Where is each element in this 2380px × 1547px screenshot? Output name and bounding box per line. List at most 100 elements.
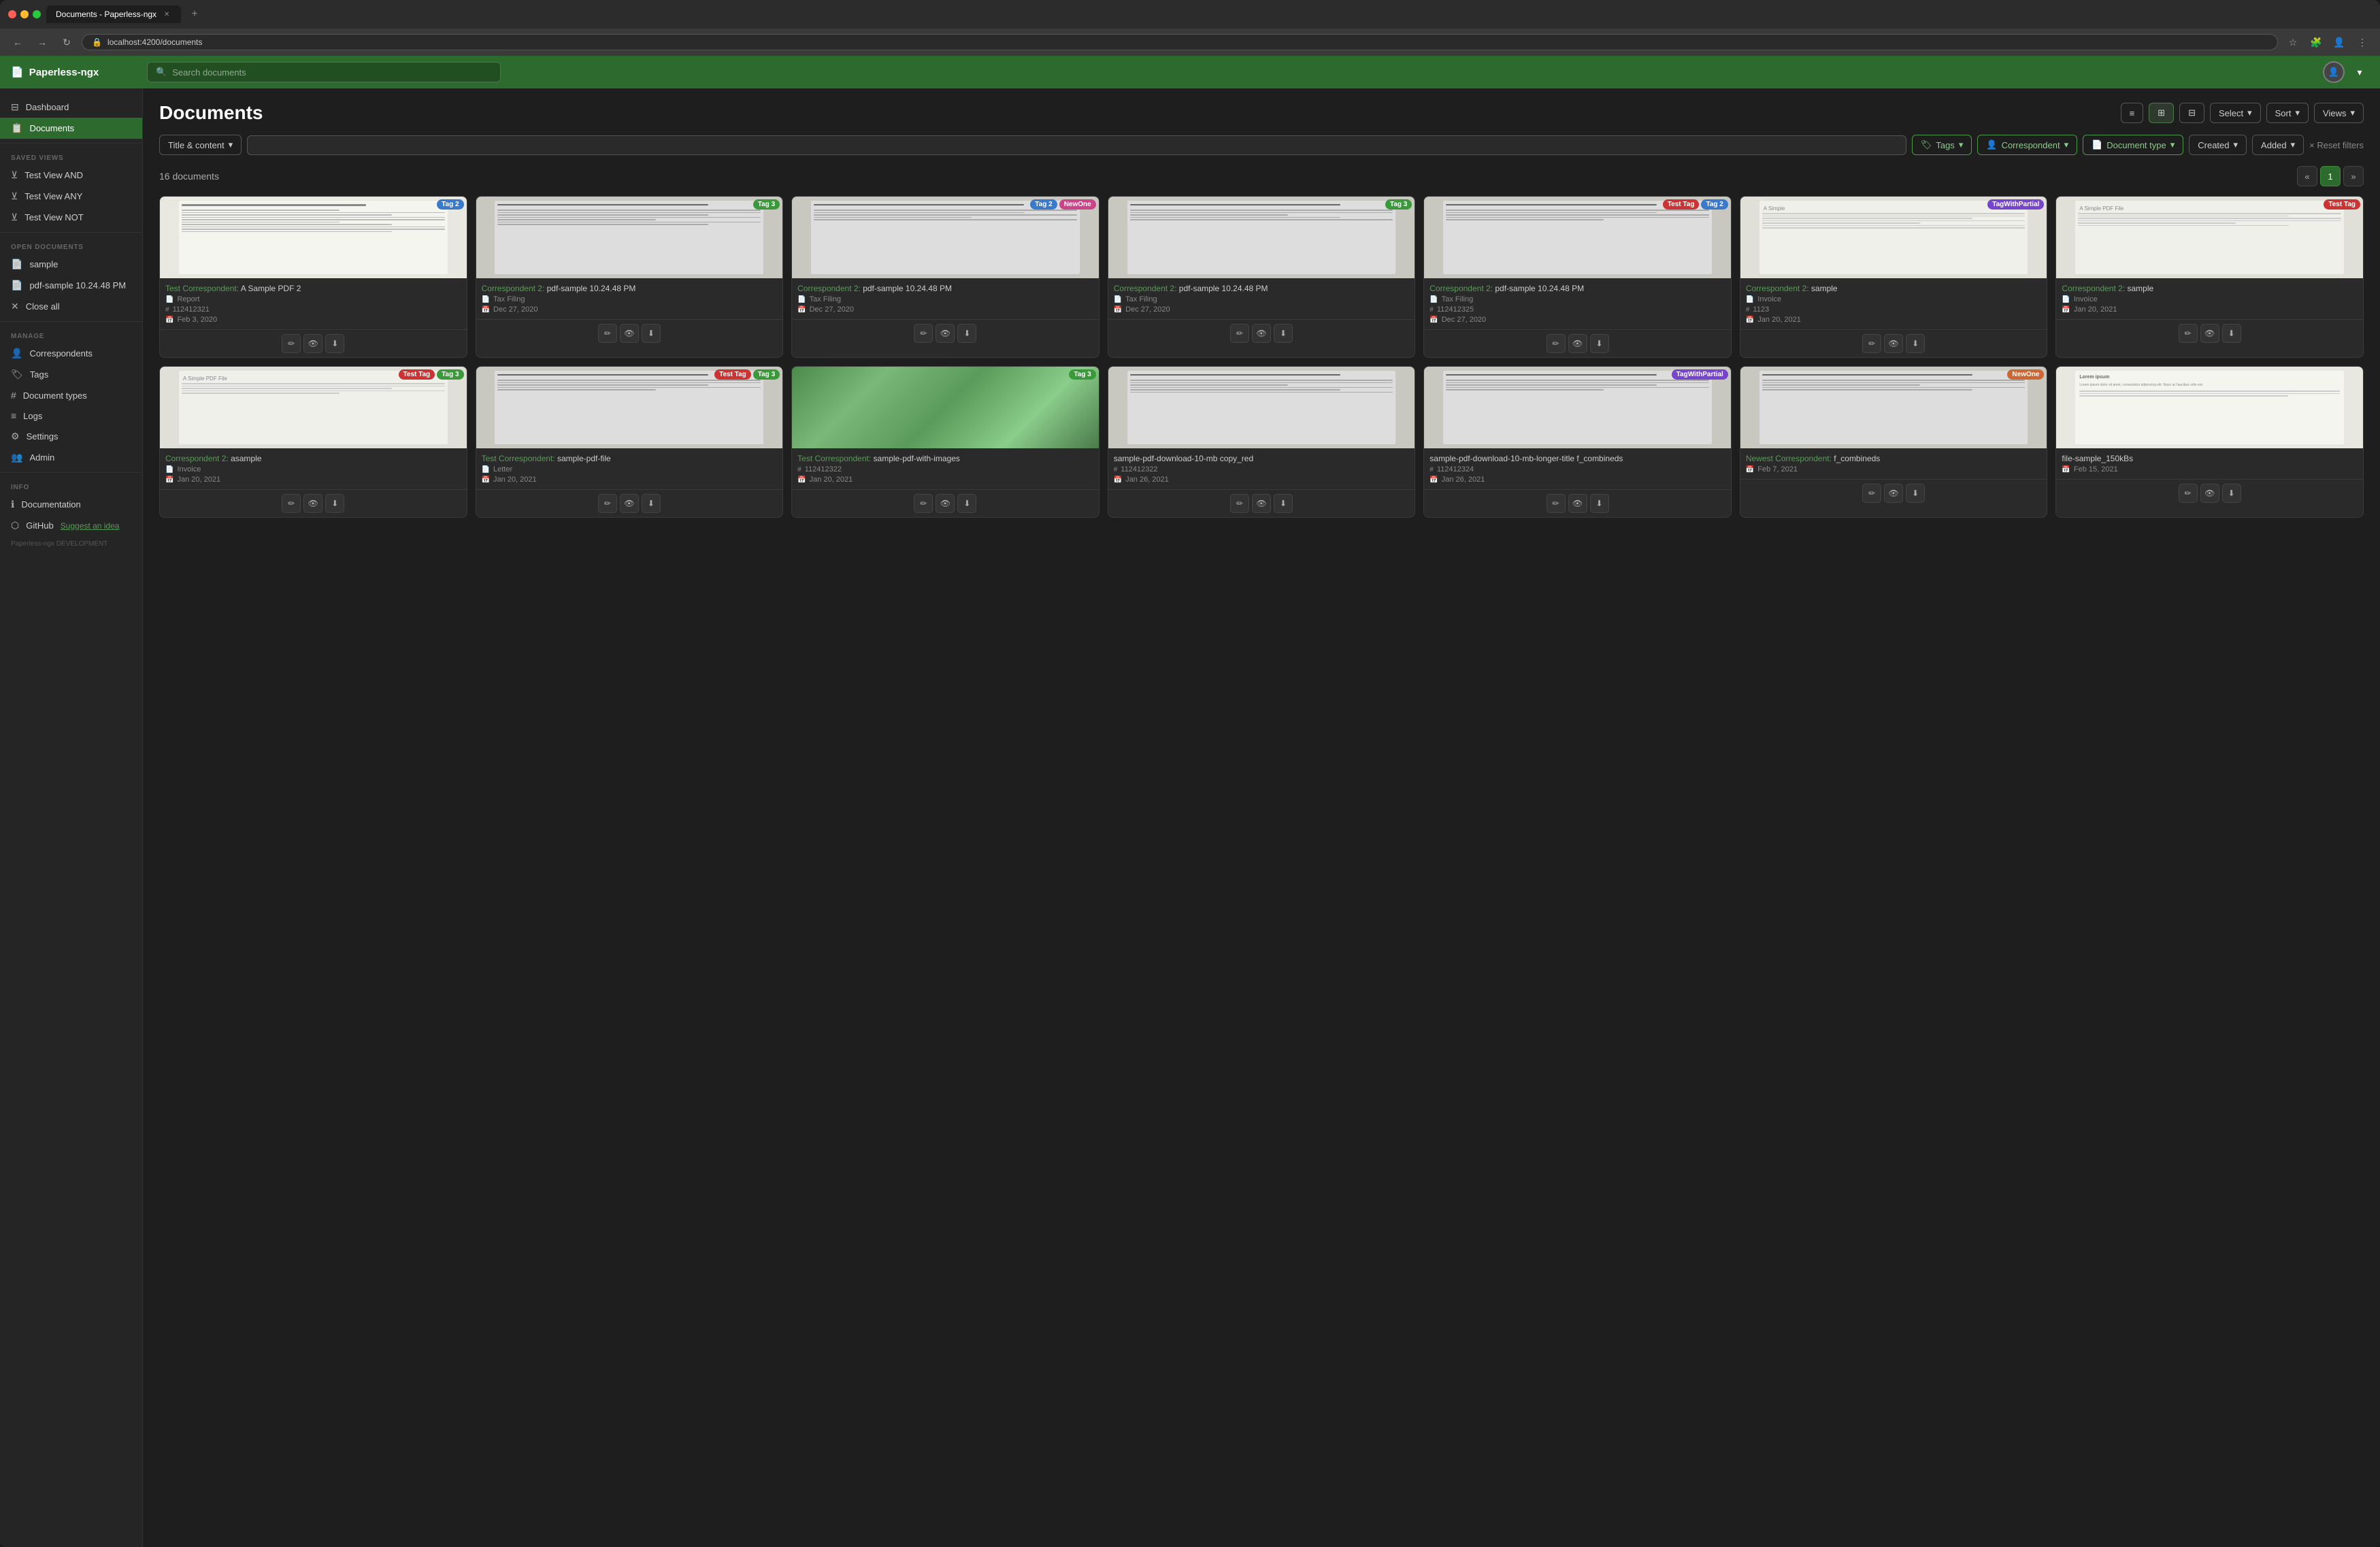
edit-button[interactable]: ✏ <box>1547 494 1566 513</box>
preview-button[interactable]: 👁 <box>1884 484 1903 503</box>
added-filter[interactable]: Added ▾ <box>2252 135 2304 155</box>
select-button[interactable]: Select ▾ <box>2210 103 2261 123</box>
user-avatar[interactable]: 👤 <box>2323 61 2345 83</box>
preview-button[interactable]: 👁 <box>936 324 955 343</box>
sidebar-item-view-any[interactable]: ⊻ Test View ANY <box>0 186 142 207</box>
edit-button[interactable]: ✏ <box>598 324 617 343</box>
download-button[interactable]: ⬇ <box>1590 494 1609 513</box>
user-menu-chevron[interactable]: ▾ <box>2350 63 2369 82</box>
grid-view-btn[interactable]: ⊞ <box>2149 103 2174 123</box>
preview-button[interactable]: 👁 <box>1884 334 1903 353</box>
preview-button[interactable]: 👁 <box>2200 324 2219 343</box>
preview-button[interactable]: 👁 <box>936 494 955 513</box>
suggest-link[interactable]: Suggest an idea <box>61 521 120 531</box>
filter-input[interactable] <box>247 135 1906 155</box>
minimize-button[interactable] <box>20 10 29 18</box>
next-page-btn[interactable]: » <box>2343 166 2364 186</box>
menu-icon[interactable]: ⋮ <box>2353 33 2372 52</box>
back-button[interactable]: ← <box>8 33 27 52</box>
sidebar-item-view-and[interactable]: ⊻ Test View AND <box>0 165 142 186</box>
sidebar-item-dashboard[interactable]: ⊟ Dashboard <box>0 97 142 118</box>
edit-button[interactable]: ✏ <box>914 324 933 343</box>
table-row[interactable]: Test Tag Tag 2 Correspondent 2: pdf-samp… <box>1423 196 1732 358</box>
close-button[interactable] <box>8 10 16 18</box>
preview-button[interactable]: 👁 <box>303 334 323 353</box>
search-input[interactable] <box>172 67 492 78</box>
preview-button[interactable]: 👁 <box>620 324 639 343</box>
table-row[interactable]: Tag 2 Test Correspondent: A Sample PDF 2… <box>159 196 467 358</box>
download-button[interactable]: ⬇ <box>325 334 344 353</box>
edit-button[interactable]: ✏ <box>914 494 933 513</box>
refresh-button[interactable]: ↻ <box>57 33 76 52</box>
sort-button[interactable]: Sort ▾ <box>2266 103 2309 123</box>
table-row[interactable]: Lorem ipsum Lorem ipsum dolor sit amet, … <box>2055 366 2364 518</box>
profile-icon[interactable]: 👤 <box>2330 33 2349 52</box>
download-button[interactable]: ⬇ <box>642 494 661 513</box>
edit-button[interactable]: ✏ <box>1230 494 1249 513</box>
table-row[interactable]: sample-pdf-download-10-mb copy_red # 112… <box>1108 366 1416 518</box>
download-button[interactable]: ⬇ <box>1274 494 1293 513</box>
download-button[interactable]: ⬇ <box>2222 484 2241 503</box>
edit-button[interactable]: ✏ <box>1862 484 1881 503</box>
sidebar-item-logs[interactable]: ≡ Logs <box>0 405 142 426</box>
sidebar-item-document-types[interactable]: # Document types <box>0 385 142 405</box>
download-button[interactable]: ⬇ <box>1590 334 1609 353</box>
search-bar[interactable]: 🔍 <box>147 62 501 82</box>
download-button[interactable]: ⬇ <box>325 494 344 513</box>
extensions-icon[interactable]: 🧩 <box>2307 33 2326 52</box>
preview-button[interactable]: 👁 <box>1568 494 1587 513</box>
sidebar-item-view-not[interactable]: ⊻ Test View NOT <box>0 207 142 228</box>
download-button[interactable]: ⬇ <box>1906 484 1925 503</box>
maximize-button[interactable] <box>33 10 41 18</box>
table-row[interactable]: Test Tag Tag 3 Test Correspondent: sampl… <box>476 366 784 518</box>
download-button[interactable]: ⬇ <box>2222 324 2241 343</box>
sidebar-item-documents[interactable]: 📋 Documents <box>0 118 142 139</box>
views-button[interactable]: Views ▾ <box>2314 103 2364 123</box>
active-tab[interactable]: Documents - Paperless-ngx ✕ <box>46 5 181 23</box>
edit-button[interactable]: ✏ <box>598 494 617 513</box>
preview-button[interactable]: 👁 <box>1252 324 1271 343</box>
sidebar-item-pdf-sample[interactable]: 📄 pdf-sample 10.24.48 PM <box>0 275 142 296</box>
sidebar-item-github[interactable]: ⬡ GitHub Suggest an idea <box>0 515 142 536</box>
preview-button[interactable]: 👁 <box>1252 494 1271 513</box>
edit-button[interactable]: ✏ <box>2179 324 2198 343</box>
address-bar[interactable]: 🔒 localhost:4200/documents <box>82 34 2278 50</box>
reset-filters-btn[interactable]: × Reset filters <box>2309 140 2364 150</box>
preview-button[interactable]: 👁 <box>2200 484 2219 503</box>
bookmark-icon[interactable]: ☆ <box>2283 33 2302 52</box>
preview-button[interactable]: 👁 <box>303 494 323 513</box>
forward-button[interactable]: → <box>33 33 52 52</box>
detail-view-btn[interactable]: ⊟ <box>2179 103 2204 123</box>
table-row[interactable]: A Simple PDF File <box>159 366 467 518</box>
title-content-filter[interactable]: Title & content ▾ <box>159 135 242 155</box>
edit-button[interactable]: ✏ <box>1230 324 1249 343</box>
new-tab-button[interactable]: + <box>186 6 203 22</box>
list-view-btn[interactable]: ≡ <box>2121 103 2144 123</box>
prev-page-btn[interactable]: « <box>2297 166 2317 186</box>
sidebar-item-close-all[interactable]: ✕ Close all <box>0 296 142 317</box>
table-row[interactable]: A Simple <box>1740 196 2048 358</box>
table-row[interactable]: TagWithPartial sample-pdf-download-10-mb… <box>1423 366 1732 518</box>
tags-filter[interactable]: 🏷 Tags ▾ <box>1912 135 1972 155</box>
sidebar-item-documentation[interactable]: ℹ Documentation <box>0 494 142 515</box>
doctype-filter[interactable]: 📄 Document type ▾ <box>2083 135 2183 155</box>
table-row[interactable]: Tag 3 Test Correspondent: sample-pdf-wit… <box>791 366 1100 518</box>
edit-button[interactable]: ✏ <box>2179 484 2198 503</box>
created-filter[interactable]: Created ▾ <box>2189 135 2247 155</box>
current-page-btn[interactable]: 1 <box>2320 166 2341 186</box>
edit-button[interactable]: ✏ <box>1547 334 1566 353</box>
sidebar-item-tags[interactable]: 🏷 Tags <box>0 364 142 385</box>
table-row[interactable]: NewOne Newest Correspondent: f_combineds… <box>1740 366 2048 518</box>
sidebar-item-settings[interactable]: ⚙ Settings <box>0 426 142 447</box>
sidebar-item-sample[interactable]: 📄 sample <box>0 254 142 275</box>
edit-button[interactable]: ✏ <box>1862 334 1881 353</box>
sidebar-item-correspondents[interactable]: 👤 Correspondents <box>0 343 142 364</box>
table-row[interactable]: A Simple PDF File <box>2055 196 2364 358</box>
edit-button[interactable]: ✏ <box>282 494 301 513</box>
preview-button[interactable]: 👁 <box>1568 334 1587 353</box>
download-button[interactable]: ⬇ <box>957 324 976 343</box>
download-button[interactable]: ⬇ <box>1274 324 1293 343</box>
correspondent-filter[interactable]: 👤 Correspondent ▾ <box>1977 135 2077 155</box>
table-row[interactable]: Tag 3 Correspondent 2: pdf-sample 10.24.… <box>1108 196 1416 358</box>
edit-button[interactable]: ✏ <box>282 334 301 353</box>
